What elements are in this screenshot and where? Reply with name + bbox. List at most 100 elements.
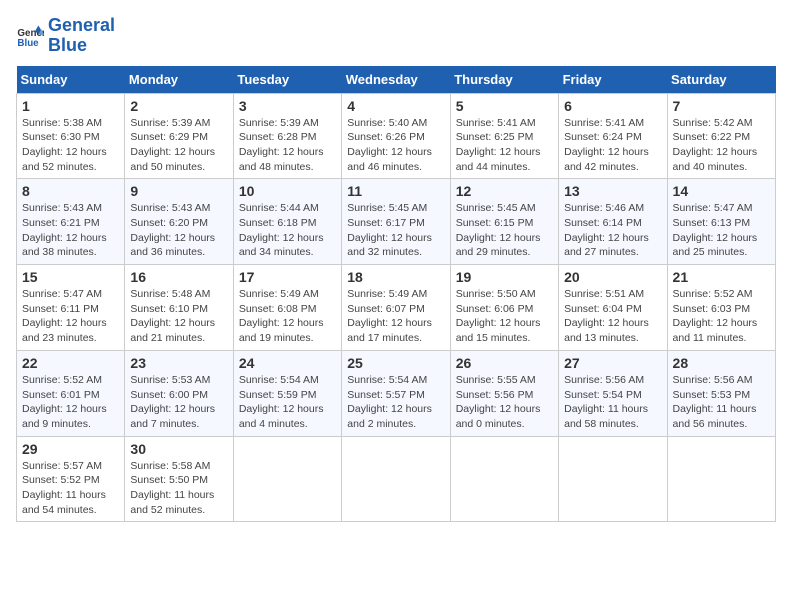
calendar-cell: 22 Sunrise: 5:52 AM Sunset: 6:01 PM Dayli…: [17, 350, 125, 436]
day-number: 24: [239, 355, 336, 371]
calendar-cell: 21 Sunrise: 5:52 AM Sunset: 6:03 PM Dayli…: [667, 265, 775, 351]
calendar-cell: 26 Sunrise: 5:55 AM Sunset: 5:56 PM Dayli…: [450, 350, 558, 436]
week-row-3: 15 Sunrise: 5:47 AM Sunset: 6:11 PM Dayli…: [17, 265, 776, 351]
svg-text:Blue: Blue: [17, 38, 39, 49]
page-header: General Blue General Blue: [16, 16, 776, 56]
day-detail: Sunrise: 5:49 AM Sunset: 6:08 PM Dayligh…: [239, 287, 336, 346]
day-number: 28: [673, 355, 770, 371]
calendar-cell: 12 Sunrise: 5:45 AM Sunset: 6:15 PM Dayli…: [450, 179, 558, 265]
day-number: 6: [564, 98, 661, 114]
week-row-5: 29Sunrise: 5:57 AM Sunset: 5:52 PM Dayli…: [17, 436, 776, 522]
day-detail: Sunrise: 5:52 AM Sunset: 6:03 PM Dayligh…: [673, 287, 770, 346]
day-detail: Sunrise: 5:40 AM Sunset: 6:26 PM Dayligh…: [347, 116, 444, 175]
day-detail: Sunrise: 5:55 AM Sunset: 5:56 PM Dayligh…: [456, 373, 553, 432]
day-detail: Sunrise: 5:44 AM Sunset: 6:18 PM Dayligh…: [239, 201, 336, 260]
calendar-cell: 16 Sunrise: 5:48 AM Sunset: 6:10 PM Dayli…: [125, 265, 233, 351]
day-number: 3: [239, 98, 336, 114]
logo-icon: General Blue: [16, 22, 44, 50]
weekday-header-monday: Monday: [125, 66, 233, 94]
week-row-4: 22 Sunrise: 5:52 AM Sunset: 6:01 PM Dayli…: [17, 350, 776, 436]
day-number: 26: [456, 355, 553, 371]
day-detail: Sunrise: 5:51 AM Sunset: 6:04 PM Dayligh…: [564, 287, 661, 346]
day-number: 12: [456, 183, 553, 199]
day-number: 18: [347, 269, 444, 285]
day-detail: Sunrise: 5:49 AM Sunset: 6:07 PM Dayligh…: [347, 287, 444, 346]
logo: General Blue General Blue: [16, 16, 115, 56]
day-detail: Sunrise: 5:41 AM Sunset: 6:25 PM Dayligh…: [456, 116, 553, 175]
day-detail: Sunrise: 5:54 AM Sunset: 5:57 PM Dayligh…: [347, 373, 444, 432]
day-number: 4: [347, 98, 444, 114]
calendar-table: SundayMondayTuesdayWednesdayThursdayFrid…: [16, 66, 776, 523]
day-number: 15: [22, 269, 119, 285]
day-number: 16: [130, 269, 227, 285]
day-detail: Sunrise: 5:47 AM Sunset: 6:13 PM Dayligh…: [673, 201, 770, 260]
day-number: 27: [564, 355, 661, 371]
day-detail: Sunrise: 5:56 AM Sunset: 5:53 PM Dayligh…: [673, 373, 770, 432]
day-number: 2: [130, 98, 227, 114]
calendar-cell: 1Sunrise: 5:38 AM Sunset: 6:30 PM Daylig…: [17, 93, 125, 179]
day-detail: Sunrise: 5:52 AM Sunset: 6:01 PM Dayligh…: [22, 373, 119, 432]
calendar-cell: 3Sunrise: 5:39 AM Sunset: 6:28 PM Daylig…: [233, 93, 341, 179]
day-number: 25: [347, 355, 444, 371]
calendar-cell: 6 Sunrise: 5:41 AM Sunset: 6:24 PM Daylig…: [559, 93, 667, 179]
calendar-cell: 19Sunrise: 5:50 AM Sunset: 6:06 PM Dayli…: [450, 265, 558, 351]
calendar-cell: 11 Sunrise: 5:45 AM Sunset: 6:17 PM Dayli…: [342, 179, 450, 265]
calendar-cell: [667, 436, 775, 522]
calendar-cell: 20 Sunrise: 5:51 AM Sunset: 6:04 PM Dayli…: [559, 265, 667, 351]
weekday-header-saturday: Saturday: [667, 66, 775, 94]
day-detail: Sunrise: 5:48 AM Sunset: 6:10 PM Dayligh…: [130, 287, 227, 346]
logo-text: General Blue: [48, 16, 115, 56]
weekday-header-sunday: Sunday: [17, 66, 125, 94]
calendar-cell: 10 Sunrise: 5:44 AM Sunset: 6:18 PM Dayli…: [233, 179, 341, 265]
day-detail: Sunrise: 5:46 AM Sunset: 6:14 PM Dayligh…: [564, 201, 661, 260]
calendar-cell: [559, 436, 667, 522]
day-detail: Sunrise: 5:45 AM Sunset: 6:17 PM Dayligh…: [347, 201, 444, 260]
day-number: 21: [673, 269, 770, 285]
calendar-cell: 14 Sunrise: 5:47 AM Sunset: 6:13 PM Dayli…: [667, 179, 775, 265]
day-detail: Sunrise: 5:38 AM Sunset: 6:30 PM Dayligh…: [22, 116, 119, 175]
day-detail: Sunrise: 5:39 AM Sunset: 6:29 PM Dayligh…: [130, 116, 227, 175]
calendar-cell: [233, 436, 341, 522]
week-row-1: 1Sunrise: 5:38 AM Sunset: 6:30 PM Daylig…: [17, 93, 776, 179]
calendar-cell: 24 Sunrise: 5:54 AM Sunset: 5:59 PM Dayli…: [233, 350, 341, 436]
calendar-cell: 29Sunrise: 5:57 AM Sunset: 5:52 PM Dayli…: [17, 436, 125, 522]
day-detail: Sunrise: 5:45 AM Sunset: 6:15 PM Dayligh…: [456, 201, 553, 260]
calendar-cell: 9 Sunrise: 5:43 AM Sunset: 6:20 PM Daylig…: [125, 179, 233, 265]
day-detail: Sunrise: 5:58 AM Sunset: 5:50 PM Dayligh…: [130, 459, 227, 518]
calendar-cell: 15 Sunrise: 5:47 AM Sunset: 6:11 PM Dayli…: [17, 265, 125, 351]
day-number: 14: [673, 183, 770, 199]
day-number: 19: [456, 269, 553, 285]
day-detail: Sunrise: 5:43 AM Sunset: 6:21 PM Dayligh…: [22, 201, 119, 260]
day-detail: Sunrise: 5:53 AM Sunset: 6:00 PM Dayligh…: [130, 373, 227, 432]
day-number: 29: [22, 441, 119, 457]
day-number: 8: [22, 183, 119, 199]
day-number: 9: [130, 183, 227, 199]
calendar-cell: 2 Sunrise: 5:39 AM Sunset: 6:29 PM Daylig…: [125, 93, 233, 179]
weekday-header-thursday: Thursday: [450, 66, 558, 94]
day-number: 13: [564, 183, 661, 199]
day-number: 30: [130, 441, 227, 457]
calendar-cell: 8 Sunrise: 5:43 AM Sunset: 6:21 PM Daylig…: [17, 179, 125, 265]
week-row-2: 8 Sunrise: 5:43 AM Sunset: 6:21 PM Daylig…: [17, 179, 776, 265]
calendar-cell: 13 Sunrise: 5:46 AM Sunset: 6:14 PM Dayli…: [559, 179, 667, 265]
day-number: 23: [130, 355, 227, 371]
calendar-cell: [342, 436, 450, 522]
day-number: 17: [239, 269, 336, 285]
calendar-cell: 28 Sunrise: 5:56 AM Sunset: 5:53 PM Dayli…: [667, 350, 775, 436]
calendar-cell: 30 Sunrise: 5:58 AM Sunset: 5:50 PM Dayli…: [125, 436, 233, 522]
day-detail: Sunrise: 5:42 AM Sunset: 6:22 PM Dayligh…: [673, 116, 770, 175]
weekday-header-tuesday: Tuesday: [233, 66, 341, 94]
weekday-header-friday: Friday: [559, 66, 667, 94]
day-detail: Sunrise: 5:47 AM Sunset: 6:11 PM Dayligh…: [22, 287, 119, 346]
day-detail: Sunrise: 5:41 AM Sunset: 6:24 PM Dayligh…: [564, 116, 661, 175]
day-detail: Sunrise: 5:43 AM Sunset: 6:20 PM Dayligh…: [130, 201, 227, 260]
day-detail: Sunrise: 5:56 AM Sunset: 5:54 PM Dayligh…: [564, 373, 661, 432]
calendar-cell: 18 Sunrise: 5:49 AM Sunset: 6:07 PM Dayli…: [342, 265, 450, 351]
day-number: 10: [239, 183, 336, 199]
day-number: 11: [347, 183, 444, 199]
day-number: 22: [22, 355, 119, 371]
calendar-cell: 25 Sunrise: 5:54 AM Sunset: 5:57 PM Dayli…: [342, 350, 450, 436]
day-detail: Sunrise: 5:54 AM Sunset: 5:59 PM Dayligh…: [239, 373, 336, 432]
day-number: 20: [564, 269, 661, 285]
calendar-cell: 17 Sunrise: 5:49 AM Sunset: 6:08 PM Dayli…: [233, 265, 341, 351]
